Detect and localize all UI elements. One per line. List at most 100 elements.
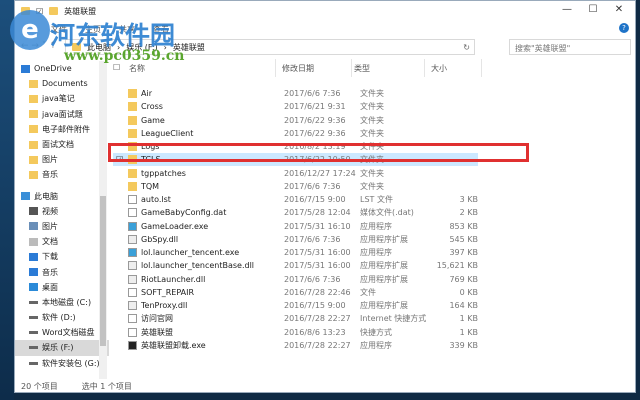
column-type[interactable]: 类型: [354, 63, 370, 74]
file-row[interactable]: auto.lst 2016/7/15 9:00 LST 文件 3 KB: [113, 193, 478, 206]
sidebar-item[interactable]: 面试文档: [15, 137, 109, 152]
sidebar-item[interactable]: 电子邮件附件: [15, 122, 109, 137]
sidebar-item-label: 娱乐 (F:): [42, 343, 74, 353]
file-icon: [128, 287, 137, 297]
file-row[interactable]: tgppatches 2016/12/27 17:24 文件夹: [113, 167, 478, 180]
folder-icon: [128, 128, 137, 138]
sidebar-item-label: 电子邮件附件: [42, 124, 90, 134]
folder-icon: [29, 155, 38, 164]
file-type: 文件夹: [360, 128, 384, 138]
file-row[interactable]: TenProxy.dll 2016/7/15 9:00 应用程序扩展 164 KB: [113, 299, 478, 312]
folder-icon: [128, 115, 137, 125]
file-size: 2 KB: [459, 208, 478, 218]
file-name: Game: [141, 115, 165, 125]
file-row[interactable]: RiotLauncher.dll 2017/6/6 7:36 应用程序扩展 769 K…: [113, 273, 478, 286]
file-type: 应用程序: [360, 248, 392, 257]
file-date: 2016/7/28 22:27: [284, 314, 351, 324]
file-size: 0 KB: [459, 287, 478, 297]
sidebar-item[interactable]: java笔记: [15, 91, 109, 106]
column-date[interactable]: 修改日期: [282, 63, 314, 74]
sidebar-item[interactable]: 软件安装包 (G:): [15, 356, 109, 371]
file-name: GameLoader.exe: [141, 221, 209, 231]
sidebar-item[interactable]: 音乐: [15, 264, 109, 279]
file-name: GbSpy.dll: [141, 234, 179, 244]
file-row[interactable]: LeagueClient 2017/6/22 9:36 文件夹: [113, 127, 478, 140]
dll-icon: [128, 301, 137, 310]
scrollbar-thumb[interactable]: [100, 196, 106, 346]
folder-icon: [128, 89, 137, 98]
sidebar-scrollbar[interactable]: [99, 61, 107, 379]
sidebar-item[interactable]: 图片: [15, 219, 109, 234]
sidebar-item[interactable]: 桌面: [15, 280, 109, 295]
file-date: 2017/6/6 7:36: [284, 274, 341, 284]
file-row[interactable]: SOFT_REPAIR 2016/7/28 22:46 文件 0 KB: [113, 286, 478, 299]
sidebar-item[interactable]: 娱乐 (F:): [15, 340, 109, 356]
sidebar-item-label: 软件 (D:): [42, 313, 76, 323]
file-size: 769 KB: [449, 274, 478, 284]
file-name: 英雄联盟: [141, 327, 173, 337]
help-icon[interactable]: ?: [619, 23, 629, 33]
file-size: 1 KB: [459, 327, 478, 337]
file-name: 英雄联盟卸载.exe: [141, 340, 206, 350]
file-name: Air: [141, 89, 152, 98]
sidebar-item[interactable]: 此电脑: [15, 189, 109, 204]
select-all-checkbox[interactable]: ☐: [113, 63, 120, 72]
file-row[interactable]: Cross 2017/6/21 9:31 文件夹: [113, 100, 478, 113]
file-type: 应用程序扩展: [360, 274, 408, 284]
close-button[interactable]: ✕: [609, 4, 629, 15]
file-date: 2017/6/6 7:36: [284, 89, 341, 98]
file-date: 2016/7/28 22:27: [284, 340, 351, 350]
drive-icon: [29, 346, 38, 350]
sidebar-item[interactable]: 软件 (D:): [15, 310, 109, 325]
new-folder-icon[interactable]: [49, 7, 59, 15]
column-name[interactable]: 名称: [129, 63, 145, 74]
folder-icon: [29, 79, 38, 88]
highlight-box: [108, 143, 529, 162]
file-type: 文件: [360, 287, 376, 297]
file-row[interactable]: GameLoader.exe 2017/5/31 16:10 应用程序 853 KB: [113, 220, 478, 233]
file-row[interactable]: GameBabyConfig.dat 2017/5/28 12:04 媒体文件(.d…: [113, 206, 478, 219]
desktop-edge: [0, 0, 14, 400]
folder-icon: [128, 102, 137, 112]
sidebar-item[interactable]: java面试题: [15, 107, 109, 122]
uninstall-icon: [128, 340, 137, 350]
maximize-button[interactable]: ☐: [583, 4, 603, 15]
file-row[interactable]: 英雄联盟卸载.exe 2016/7/28 22:27 应用程序 339 KB: [113, 339, 478, 352]
refresh-button[interactable]: ↻: [463, 43, 474, 52]
sidebar-item[interactable]: 下载: [15, 249, 109, 264]
file-row[interactable]: TQM 2017/6/6 7:36 文件夹: [113, 180, 478, 193]
folder-icon: [29, 125, 38, 134]
minimize-button[interactable]: —: [557, 4, 577, 15]
file-name: TenProxy.dll: [141, 301, 188, 310]
sidebar-item[interactable]: Word文档磁盘: [15, 325, 109, 340]
media-icon: [128, 208, 137, 218]
sidebar-item-label: 音乐: [42, 170, 58, 180]
sidebar-item[interactable]: 本地磁盘 (C:): [15, 295, 109, 310]
pictures-icon: [29, 222, 38, 231]
sidebar-item[interactable]: 文档: [15, 234, 109, 249]
dll-icon: [128, 274, 137, 284]
sidebar-item-label: 图片: [42, 155, 58, 165]
file-row[interactable]: Game 2017/6/22 9:36 文件夹: [113, 114, 478, 127]
sidebar-item-label: java面试题: [42, 109, 83, 119]
folder-icon: [29, 94, 38, 103]
file-row[interactable]: lol.launcher_tencent.exe 2017/5/31 16:00 应…: [113, 246, 478, 259]
file-row[interactable]: 英雄联盟 2016/8/6 13:23 快捷方式 1 KB: [113, 326, 478, 339]
shortcut-icon: [128, 327, 137, 337]
sidebar-item[interactable]: 视频: [15, 204, 109, 219]
file-row[interactable]: lol.launcher_tencentBase.dll 2017/5/31 16…: [113, 259, 478, 272]
folder-icon: [29, 140, 38, 149]
file-row[interactable]: GbSpy.dll 2017/6/6 7:36 应用程序扩展 545 KB: [113, 233, 478, 246]
file-date: 2017/6/6 7:36: [284, 181, 341, 191]
sidebar-item[interactable]: 音乐: [15, 167, 109, 182]
file-type: 快捷方式: [360, 327, 392, 337]
sidebar-item[interactable]: 图片: [15, 152, 109, 167]
sidebar-item[interactable]: Documents: [15, 76, 109, 91]
file-row[interactable]: 访问官网 2016/7/28 22:27 Internet 快捷方式 1 KB: [113, 312, 478, 325]
file-size: 545 KB: [449, 234, 478, 244]
file-type: 应用程序: [360, 221, 392, 231]
search-input[interactable]: 搜索"英雄联盟": [509, 39, 631, 55]
column-size[interactable]: 大小: [431, 63, 447, 74]
file-row[interactable]: Air 2017/6/6 7:36 文件夹: [113, 87, 478, 100]
download-icon: [29, 252, 38, 261]
